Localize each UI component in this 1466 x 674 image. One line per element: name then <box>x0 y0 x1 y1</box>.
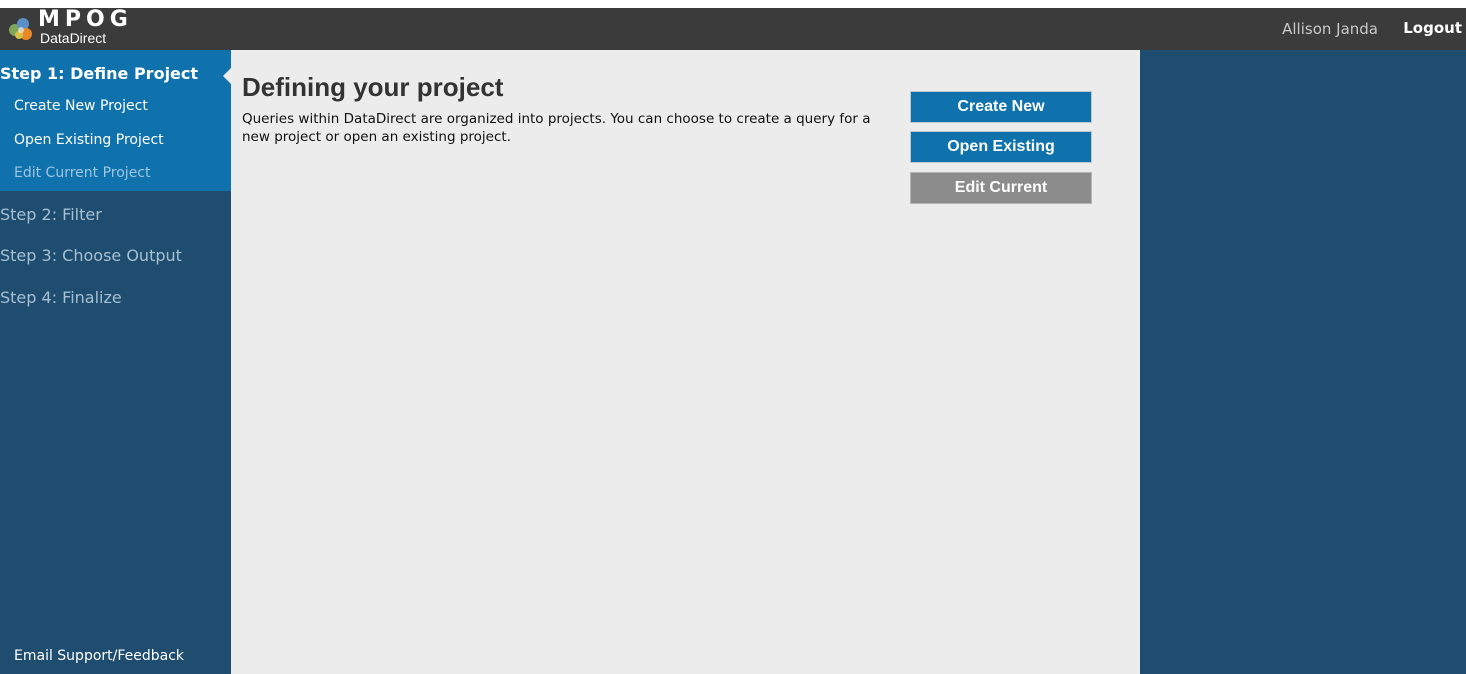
step-sidebar: Step 1: Define Project Create New Projec… <box>0 50 232 674</box>
page-description: Queries within DataDirect are organized … <box>242 111 871 145</box>
open-existing-project-link[interactable]: Open Existing Project <box>14 132 164 148</box>
top-header-bar: MPOG DataDirect Allison Janda Logout <box>0 8 1466 50</box>
step-2-filter[interactable]: Step 2: Filter <box>0 205 102 224</box>
email-support-feedback-link[interactable]: Email Support/Feedback <box>14 648 184 664</box>
edit-current-button: Edit Current <box>910 172 1092 204</box>
logo-subtitle: DataDirect <box>40 30 107 46</box>
step-3-choose-output[interactable]: Step 3: Choose Output <box>0 246 182 265</box>
open-existing-button[interactable]: Open Existing <box>910 131 1092 163</box>
step-1-title[interactable]: Step 1: Define Project <box>0 64 198 83</box>
main-content: Defining your project Queries within Dat… <box>231 50 1140 674</box>
current-user-name: Allison Janda <box>1282 20 1378 38</box>
create-new-button[interactable]: Create New <box>910 91 1092 123</box>
step-4-finalize[interactable]: Step 4: Finalize <box>0 288 122 307</box>
create-new-project-link[interactable]: Create New Project <box>14 98 148 114</box>
mpog-logo-icon <box>9 18 32 40</box>
logout-link[interactable]: Logout <box>1403 19 1462 37</box>
mpog-datadirect-logo[interactable]: MPOG DataDirect <box>6 7 176 48</box>
edit-current-project-link: Edit Current Project <box>14 165 151 181</box>
page-title: Defining your project <box>242 72 504 102</box>
active-step-panel: Step 1: Define Project Create New Projec… <box>0 50 232 191</box>
logo-mark-text: MPOG <box>38 7 133 32</box>
right-side-panel <box>1140 50 1466 674</box>
